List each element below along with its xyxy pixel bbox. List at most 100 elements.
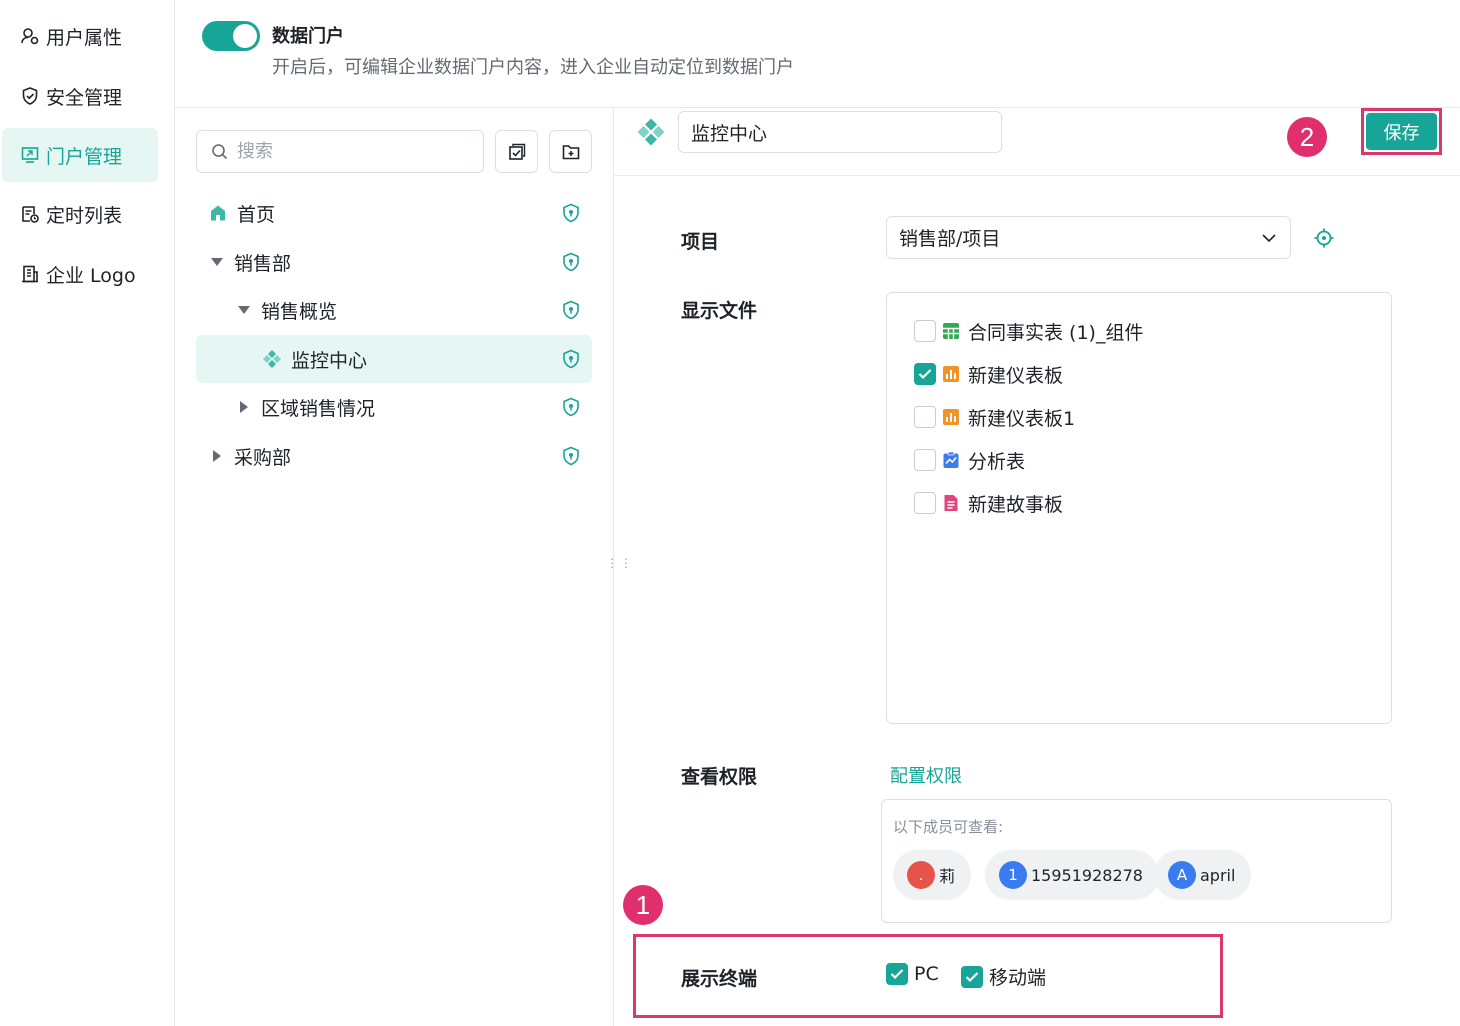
permission-shield-icon[interactable] — [562, 300, 580, 325]
portal-toggle[interactable] — [202, 21, 260, 51]
nav-item-portal[interactable]: 门户管理 — [2, 128, 158, 182]
avatar: . — [907, 861, 935, 889]
nav-item-user-attributes[interactable]: 用户属性 — [2, 9, 158, 63]
member-list: 以下成员可查看: . 莉 1 15951928278 A april — [881, 799, 1392, 923]
permission-shield-icon[interactable] — [562, 252, 580, 277]
member-chip[interactable]: A april — [1154, 850, 1252, 900]
mobile-checkbox-checked[interactable] — [961, 965, 983, 988]
file-label: 分析表 — [968, 450, 1026, 473]
terminal-option-pc[interactable]: PC — [886, 963, 939, 985]
member-name: 莉 — [939, 867, 956, 886]
configure-permission-link[interactable]: 配置权限 — [890, 762, 962, 788]
tree-search[interactable] — [196, 130, 484, 173]
file-label: 合同事实表 (1)_组件 — [968, 321, 1144, 344]
page-name-input[interactable]: 监控中心 — [678, 111, 1002, 153]
tree-node-monitor-center[interactable]: 监控中心 — [196, 335, 592, 383]
nav-item-logo[interactable]: 企业 Logo — [2, 247, 158, 301]
project-select[interactable]: 销售部/项目 — [886, 216, 1291, 259]
nav-item-label: 定时列表 — [46, 204, 123, 227]
file-checkbox[interactable] — [914, 449, 936, 471]
file-checkbox[interactable] — [914, 492, 936, 514]
table-icon — [942, 322, 960, 340]
tree-node-label: 首页 — [237, 203, 276, 226]
file-label: 新建故事板 — [968, 493, 1064, 516]
permission-shield-icon[interactable] — [562, 446, 580, 471]
files-label: 显示文件 — [681, 300, 758, 322]
member-chip[interactable]: 1 15951928278 — [985, 850, 1159, 900]
user-attribute-icon — [20, 26, 40, 46]
annotation-badge-2: 2 — [1287, 117, 1327, 157]
avatar: 1 — [999, 861, 1027, 889]
save-button[interactable]: 保存 — [1366, 113, 1437, 150]
annotation-badge-1: 1 — [623, 885, 663, 925]
tree-node-regional-sales[interactable]: 区域销售情况 — [196, 383, 592, 431]
batch-select-button[interactable] — [495, 130, 538, 173]
file-item[interactable]: 合同事实表 (1)_组件 — [914, 318, 1143, 344]
file-item[interactable]: 分析表 — [914, 447, 1025, 473]
dashboard-diamond-icon — [263, 350, 281, 368]
dashboard-icon — [942, 365, 960, 383]
portal-description: 开启后，可编辑企业数据门户内容，进入企业自动定位到数据门户 — [272, 57, 794, 78]
search-icon — [212, 143, 228, 159]
pc-checkbox-checked[interactable] — [886, 963, 908, 985]
nav-item-security[interactable]: 安全管理 — [2, 69, 158, 123]
nav-item-label: 门户管理 — [46, 145, 123, 168]
locate-icon[interactable] — [1313, 227, 1335, 253]
storyboard-icon — [942, 494, 960, 512]
checkbox-list-icon — [508, 143, 525, 160]
terminal-option-label: PC — [914, 963, 939, 985]
chevron-down-icon — [1260, 229, 1278, 252]
tree-node-sales-overview[interactable]: 销售概览 — [196, 286, 592, 334]
tree-node-label: 区域销售情况 — [261, 397, 376, 420]
file-checkbox[interactable] — [914, 406, 936, 428]
left-nav: 用户属性 安全管理 门户管理 定时列表 企业 Logo — [0, 0, 175, 1026]
shield-icon — [20, 86, 40, 106]
dashboard-icon — [942, 408, 960, 426]
search-input[interactable] — [237, 141, 457, 162]
file-checkbox[interactable] — [914, 320, 936, 342]
permission-shield-icon[interactable] — [562, 397, 580, 422]
file-item[interactable]: 新建仪表板1 — [914, 404, 1075, 430]
tree-node-sales[interactable]: 销售部 — [196, 238, 592, 286]
schedule-icon — [20, 204, 40, 224]
resize-handle-icon[interactable]: ⋮⋮ — [606, 557, 634, 569]
file-label: 新建仪表板1 — [968, 407, 1076, 430]
nav-item-label: 企业 Logo — [46, 264, 136, 287]
file-item[interactable]: 新建故事板 — [914, 490, 1063, 516]
nav-item-schedule[interactable]: 定时列表 — [2, 187, 158, 241]
dashboard-diamond-icon — [636, 117, 666, 151]
member-name: 15951928278 — [1031, 865, 1143, 885]
nav-item-label: 用户属性 — [46, 26, 123, 49]
add-folder-button[interactable] — [549, 130, 592, 173]
editor-header-divider — [614, 175, 1460, 176]
portal-icon — [20, 145, 40, 165]
project-select-value: 销售部/项目 — [899, 228, 1001, 250]
analysis-icon — [942, 451, 960, 469]
member-chip[interactable]: . 莉 — [893, 850, 972, 900]
avatar: A — [1168, 861, 1196, 889]
caret-right-icon[interactable] — [210, 449, 224, 463]
file-label: 新建仪表板 — [968, 364, 1064, 387]
permission-shield-icon[interactable] — [562, 203, 580, 228]
add-folder-icon — [562, 144, 579, 159]
caret-down-icon[interactable] — [210, 255, 224, 269]
header-divider — [175, 107, 1460, 108]
project-label: 项目 — [681, 231, 720, 253]
file-item[interactable]: 新建仪表板 — [914, 361, 1063, 387]
home-icon — [211, 205, 225, 221]
members-caption: 以下成员可查看: — [893, 818, 1004, 836]
nav-item-label: 安全管理 — [46, 86, 123, 109]
terminal-option-mobile[interactable]: 移动端 — [961, 963, 1046, 990]
app-root: 用户属性 安全管理 门户管理 定时列表 企业 Logo 数据门户 开启后，可编辑… — [0, 0, 1460, 1026]
tree-node-label: 采购部 — [234, 446, 292, 469]
member-name: april — [1200, 865, 1236, 885]
caret-down-icon[interactable] — [237, 303, 251, 317]
caret-right-icon[interactable] — [237, 400, 251, 414]
file-checkbox-checked[interactable] — [914, 363, 936, 385]
permission-label: 查看权限 — [681, 766, 758, 788]
tree-node-purchasing[interactable]: 采购部 — [196, 432, 592, 480]
tree-node-label: 销售部 — [234, 252, 292, 275]
tree-node-home[interactable]: 首页 — [196, 189, 592, 237]
tree-node-label: 监控中心 — [291, 349, 368, 372]
permission-shield-icon[interactable] — [562, 349, 580, 374]
